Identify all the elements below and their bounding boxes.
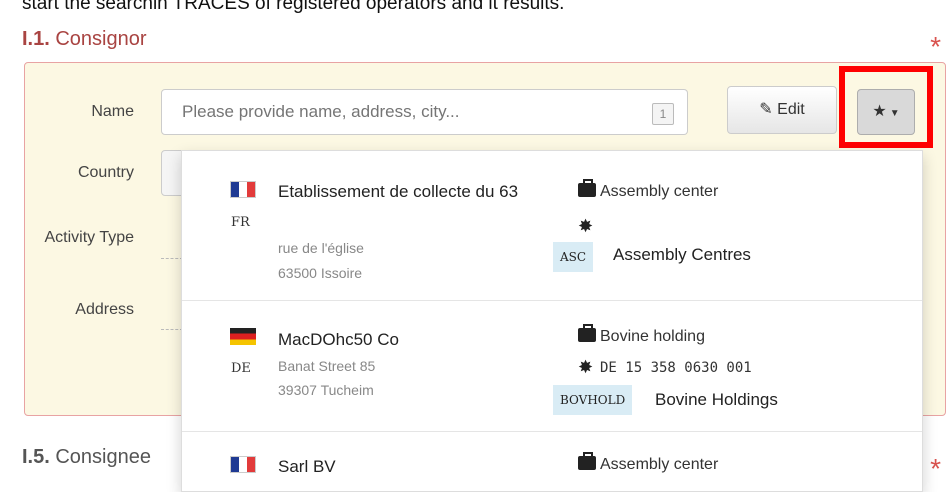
edit-icon: ✎ — [759, 101, 773, 118]
operator-category: Assembly center — [578, 452, 719, 474]
country-label: Country — [77, 164, 134, 181]
category-label: Bovine holding — [600, 328, 705, 345]
edit-button-label: Edit — [777, 101, 805, 118]
edit-button[interactable]: ✎ Edit — [727, 86, 837, 134]
consignee-section-title: I.5. Consignee — [22, 446, 151, 469]
consignor-section-title: I.1. Consignor — [22, 28, 147, 51]
operator-address-line2: 63500 Issoire — [278, 265, 363, 281]
consignor-section-number: I.1. — [22, 28, 50, 50]
france-flag-icon — [230, 456, 256, 473]
activity-type-name: Assembly Centres — [613, 245, 751, 264]
registration-icon: ✸ — [578, 216, 594, 236]
germany-flag-icon — [230, 328, 256, 345]
result-count-badge: 1 — [652, 103, 674, 125]
operator-category: Assembly center — [578, 179, 719, 201]
required-asterisk: * — [930, 453, 941, 484]
consignee-section-number: I.5. — [22, 446, 50, 468]
favourite-operator-item[interactable]: Sarl BV Assembly center — [182, 432, 922, 491]
category-label: Assembly center — [600, 183, 719, 200]
registration-number: DE 15 358 0630 001 — [600, 360, 752, 376]
activity-type-label: Activity Type — [44, 229, 134, 246]
category-label: Assembly center — [600, 456, 719, 473]
top-instruction-text: start the searchin TRACES of registered … — [22, 0, 565, 14]
favourite-operator-item[interactable]: DE MacDOhc50 Co Banat Street 85 39307 Tu… — [182, 301, 922, 432]
favourites-dropdown-menu: FR Etablissement de collecte du 63 rue d… — [181, 150, 923, 492]
briefcase-icon — [578, 452, 596, 470]
briefcase-icon — [578, 324, 596, 342]
operator-address-line1: Banat Street 85 — [278, 358, 376, 374]
operator-address-line2: 39307 Tucheim — [278, 382, 374, 398]
result-count-addon: 1 — [638, 89, 688, 135]
activity-type-name: Bovine Holdings — [655, 390, 778, 409]
consignor-section-label: Consignor — [55, 28, 147, 50]
required-asterisk: * — [930, 31, 941, 62]
operator-address-line1: rue de l'église — [278, 240, 364, 256]
favourites-button-highlight — [839, 66, 933, 148]
consignor-name-search-input[interactable] — [161, 89, 639, 135]
operator-name: MacDOhc50 Co — [278, 330, 399, 349]
france-flag-icon — [230, 181, 256, 198]
address-label: Address — [75, 301, 134, 318]
address-divider — [161, 329, 183, 330]
registration-icon: ✸ — [578, 357, 594, 377]
country-code: DE — [231, 361, 251, 376]
activity-type-code: ASC — [553, 242, 594, 272]
country-code: FR — [231, 215, 250, 230]
favourite-operator-item[interactable]: FR Etablissement de collecte du 63 rue d… — [182, 151, 922, 301]
consignee-section-label: Consignee — [55, 446, 151, 468]
activity-type-code: BOVHOLD — [553, 385, 633, 415]
activity-type-divider — [161, 258, 183, 259]
name-label: Name — [91, 103, 134, 120]
operator-name: Etablissement de collecte du 63 — [278, 182, 519, 201]
operator-category: Bovine holding — [578, 324, 705, 346]
briefcase-icon — [578, 179, 596, 197]
